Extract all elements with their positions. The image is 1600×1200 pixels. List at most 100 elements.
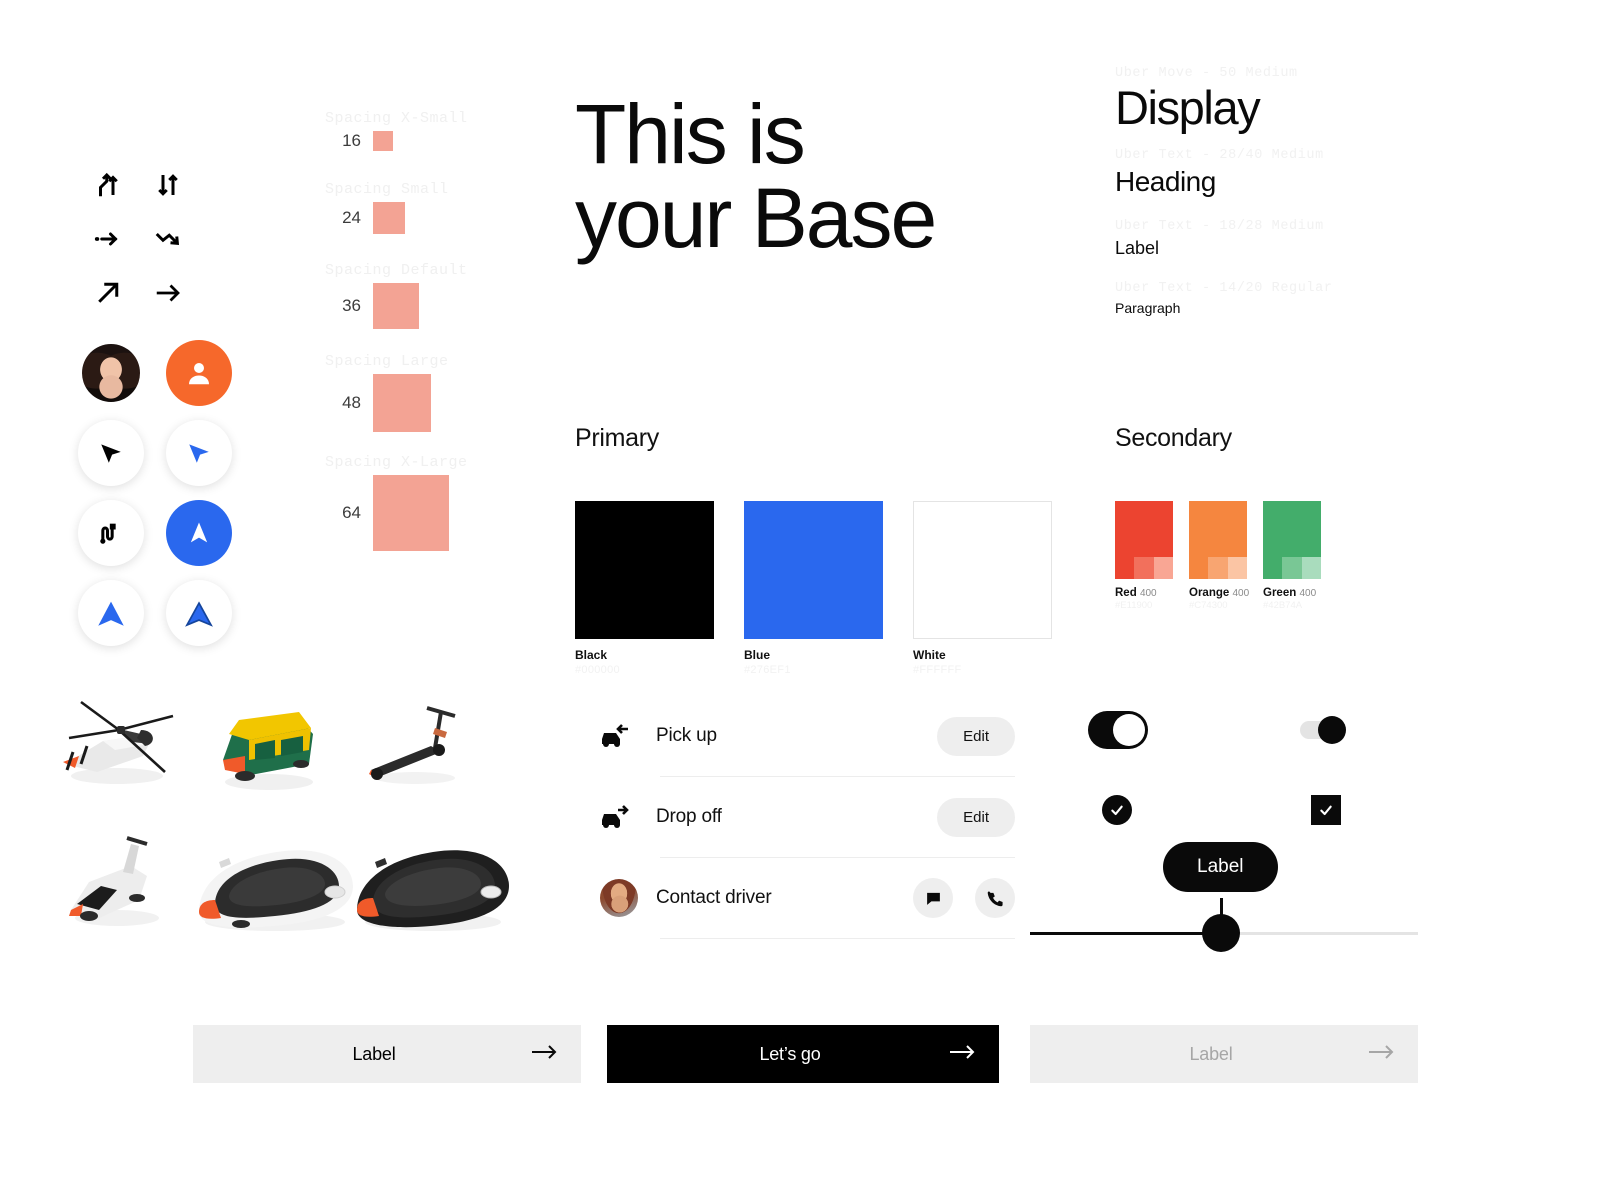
swatch-name: Red 400 <box>1115 587 1173 599</box>
spacing-value: 64 <box>342 503 361 522</box>
spacing-swatch <box>373 475 449 551</box>
message-driver-button[interactable] <box>913 878 953 918</box>
disabled-button-label: Label <box>1189 1043 1233 1064</box>
swatch-name-text: Orange <box>1189 587 1230 599</box>
auto-rickshaw-3d <box>223 712 313 790</box>
spacing-item: Spacing X-Large 64 <box>325 454 565 551</box>
edit-dropoff-button[interactable]: Edit <box>937 797 1015 837</box>
merge-up-icon <box>78 158 138 212</box>
list-item-pickup[interactable]: Pick up Edit <box>600 696 1015 776</box>
toggle-on[interactable] <box>1088 711 1148 749</box>
chevron-up-blue-icon[interactable] <box>78 580 144 646</box>
color-swatch-black: Black #000000 <box>575 501 714 676</box>
arrow-right-icon <box>1368 1042 1394 1067</box>
toggle-small[interactable] <box>1300 716 1346 744</box>
spacing-swatch <box>373 283 419 329</box>
list-item-contact-driver[interactable]: Contact driver <box>600 858 1015 938</box>
arrow-icon-grid <box>78 158 198 320</box>
swatch-tints <box>1115 557 1173 579</box>
swatch-hex: #FFFFFF <box>913 664 962 676</box>
call-driver-button[interactable] <box>975 878 1015 918</box>
spacing-value: 36 <box>342 296 361 315</box>
swatch-chip <box>1115 501 1173 579</box>
primary-button[interactable]: Let’s go <box>607 1025 999 1083</box>
navigation-filled-blue-icon[interactable] <box>166 500 232 566</box>
arrow-right-icon <box>949 1042 975 1067</box>
swatch-hex: #E11900 <box>1115 600 1153 611</box>
checkbox-round-checked[interactable] <box>1102 795 1132 825</box>
route-icon[interactable] <box>78 500 144 566</box>
avatar-row <box>78 340 248 406</box>
swatch-name: White <box>913 648 946 662</box>
swatch-hex: #42B74A <box>1263 600 1303 611</box>
swatch-name-text: Green <box>1263 587 1297 599</box>
typography-scale: Uber Move - 50 Medium Display Uber Text … <box>1115 66 1445 316</box>
swatch-step: 400 <box>1232 588 1250 599</box>
secondary-button[interactable]: Label <box>193 1025 581 1083</box>
slider-handle[interactable] <box>1202 914 1240 952</box>
driver-avatar <box>600 879 656 917</box>
spacing-item: Spacing Small 24 <box>325 181 565 234</box>
swatch-name: Blue <box>744 648 771 662</box>
navigation-row-1 <box>78 420 248 486</box>
spacing-swatch <box>373 131 393 151</box>
list-item-dropoff[interactable]: Drop off Edit <box>600 777 1015 857</box>
navigation-arrow-blue-icon[interactable] <box>166 420 232 486</box>
spacing-scale: Spacing X-Small 16 Spacing Small 24 Spac… <box>325 110 565 557</box>
divider <box>660 938 1015 939</box>
e-scooter-3d <box>369 706 456 784</box>
spacing-item: Spacing X-Small 16 <box>325 110 565 151</box>
swatch-name: Green 400 <box>1263 587 1321 599</box>
hero-headline: This is your Base <box>575 92 1045 260</box>
swatch-chip <box>1189 501 1247 579</box>
spacing-value: 16 <box>342 131 361 150</box>
swatch-hex: #C74300 <box>1189 600 1228 611</box>
black-car-3d <box>357 850 509 931</box>
car-dropoff-icon <box>600 804 656 830</box>
dotted-arrow-right-icon <box>78 212 138 266</box>
spacing-value: 48 <box>342 393 361 412</box>
spacing-caption: Spacing Small <box>325 181 449 198</box>
swatch-tints <box>1189 557 1247 579</box>
primary-palette-title: Primary <box>575 424 660 452</box>
up-down-icon <box>138 158 198 212</box>
spacing-swatch <box>373 202 405 234</box>
checkbox-square-checked[interactable] <box>1311 795 1341 825</box>
spacing-item: Spacing Default 36 <box>325 262 565 329</box>
vehicle-illustration-grid <box>45 686 509 936</box>
hero-line-2: your Base <box>575 171 937 265</box>
disabled-button: Label <box>1030 1025 1418 1083</box>
swatch-name: Black <box>575 648 608 662</box>
swatch-tints <box>1263 557 1321 579</box>
swatch-step: 400 <box>1139 588 1157 599</box>
white-car-3d <box>199 850 353 931</box>
color-swatch-red: Red 400 #E11900 <box>1115 501 1173 611</box>
slider-tooltip: Label <box>1163 842 1278 892</box>
avatar-and-nav-icon-grid <box>78 340 248 660</box>
navigation-arrow-black-icon[interactable] <box>78 420 144 486</box>
typography-spec-label: Uber Text - 18/28 Medium <box>1115 218 1324 234</box>
car-pickup-icon <box>600 723 656 749</box>
secondary-color-palette: Secondary Red 400 #E11900 Orange 400 #C7… <box>1115 424 1415 611</box>
swatch-chip <box>575 501 714 639</box>
avatar <box>82 344 140 402</box>
list-item-label: Pick up <box>656 725 717 746</box>
typography-spec-heading: Uber Text - 28/40 Medium <box>1115 148 1324 164</box>
swatch-chip <box>1263 501 1321 579</box>
chevron-up-outline-blue-icon[interactable] <box>166 580 232 646</box>
toggle-knob <box>1318 716 1346 744</box>
arrow-up-right-icon <box>78 266 138 320</box>
typography-sample-heading: Heading <box>1115 166 1216 198</box>
arrow-right-icon <box>138 266 198 320</box>
slider-track-remaining <box>1222 932 1418 935</box>
edit-pickup-button[interactable]: Edit <box>937 716 1015 756</box>
swatch-chip <box>913 501 1052 639</box>
slider[interactable]: Label <box>1030 842 1418 952</box>
swatch-name-text: Red <box>1115 587 1137 599</box>
list-item-label: Contact driver <box>656 887 772 908</box>
secondary-palette-title: Secondary <box>1115 424 1232 452</box>
helicopter-3d <box>63 700 174 784</box>
avatar <box>600 879 638 917</box>
swatch-hex: #000000 <box>575 664 620 676</box>
swatch-chip <box>744 501 883 639</box>
